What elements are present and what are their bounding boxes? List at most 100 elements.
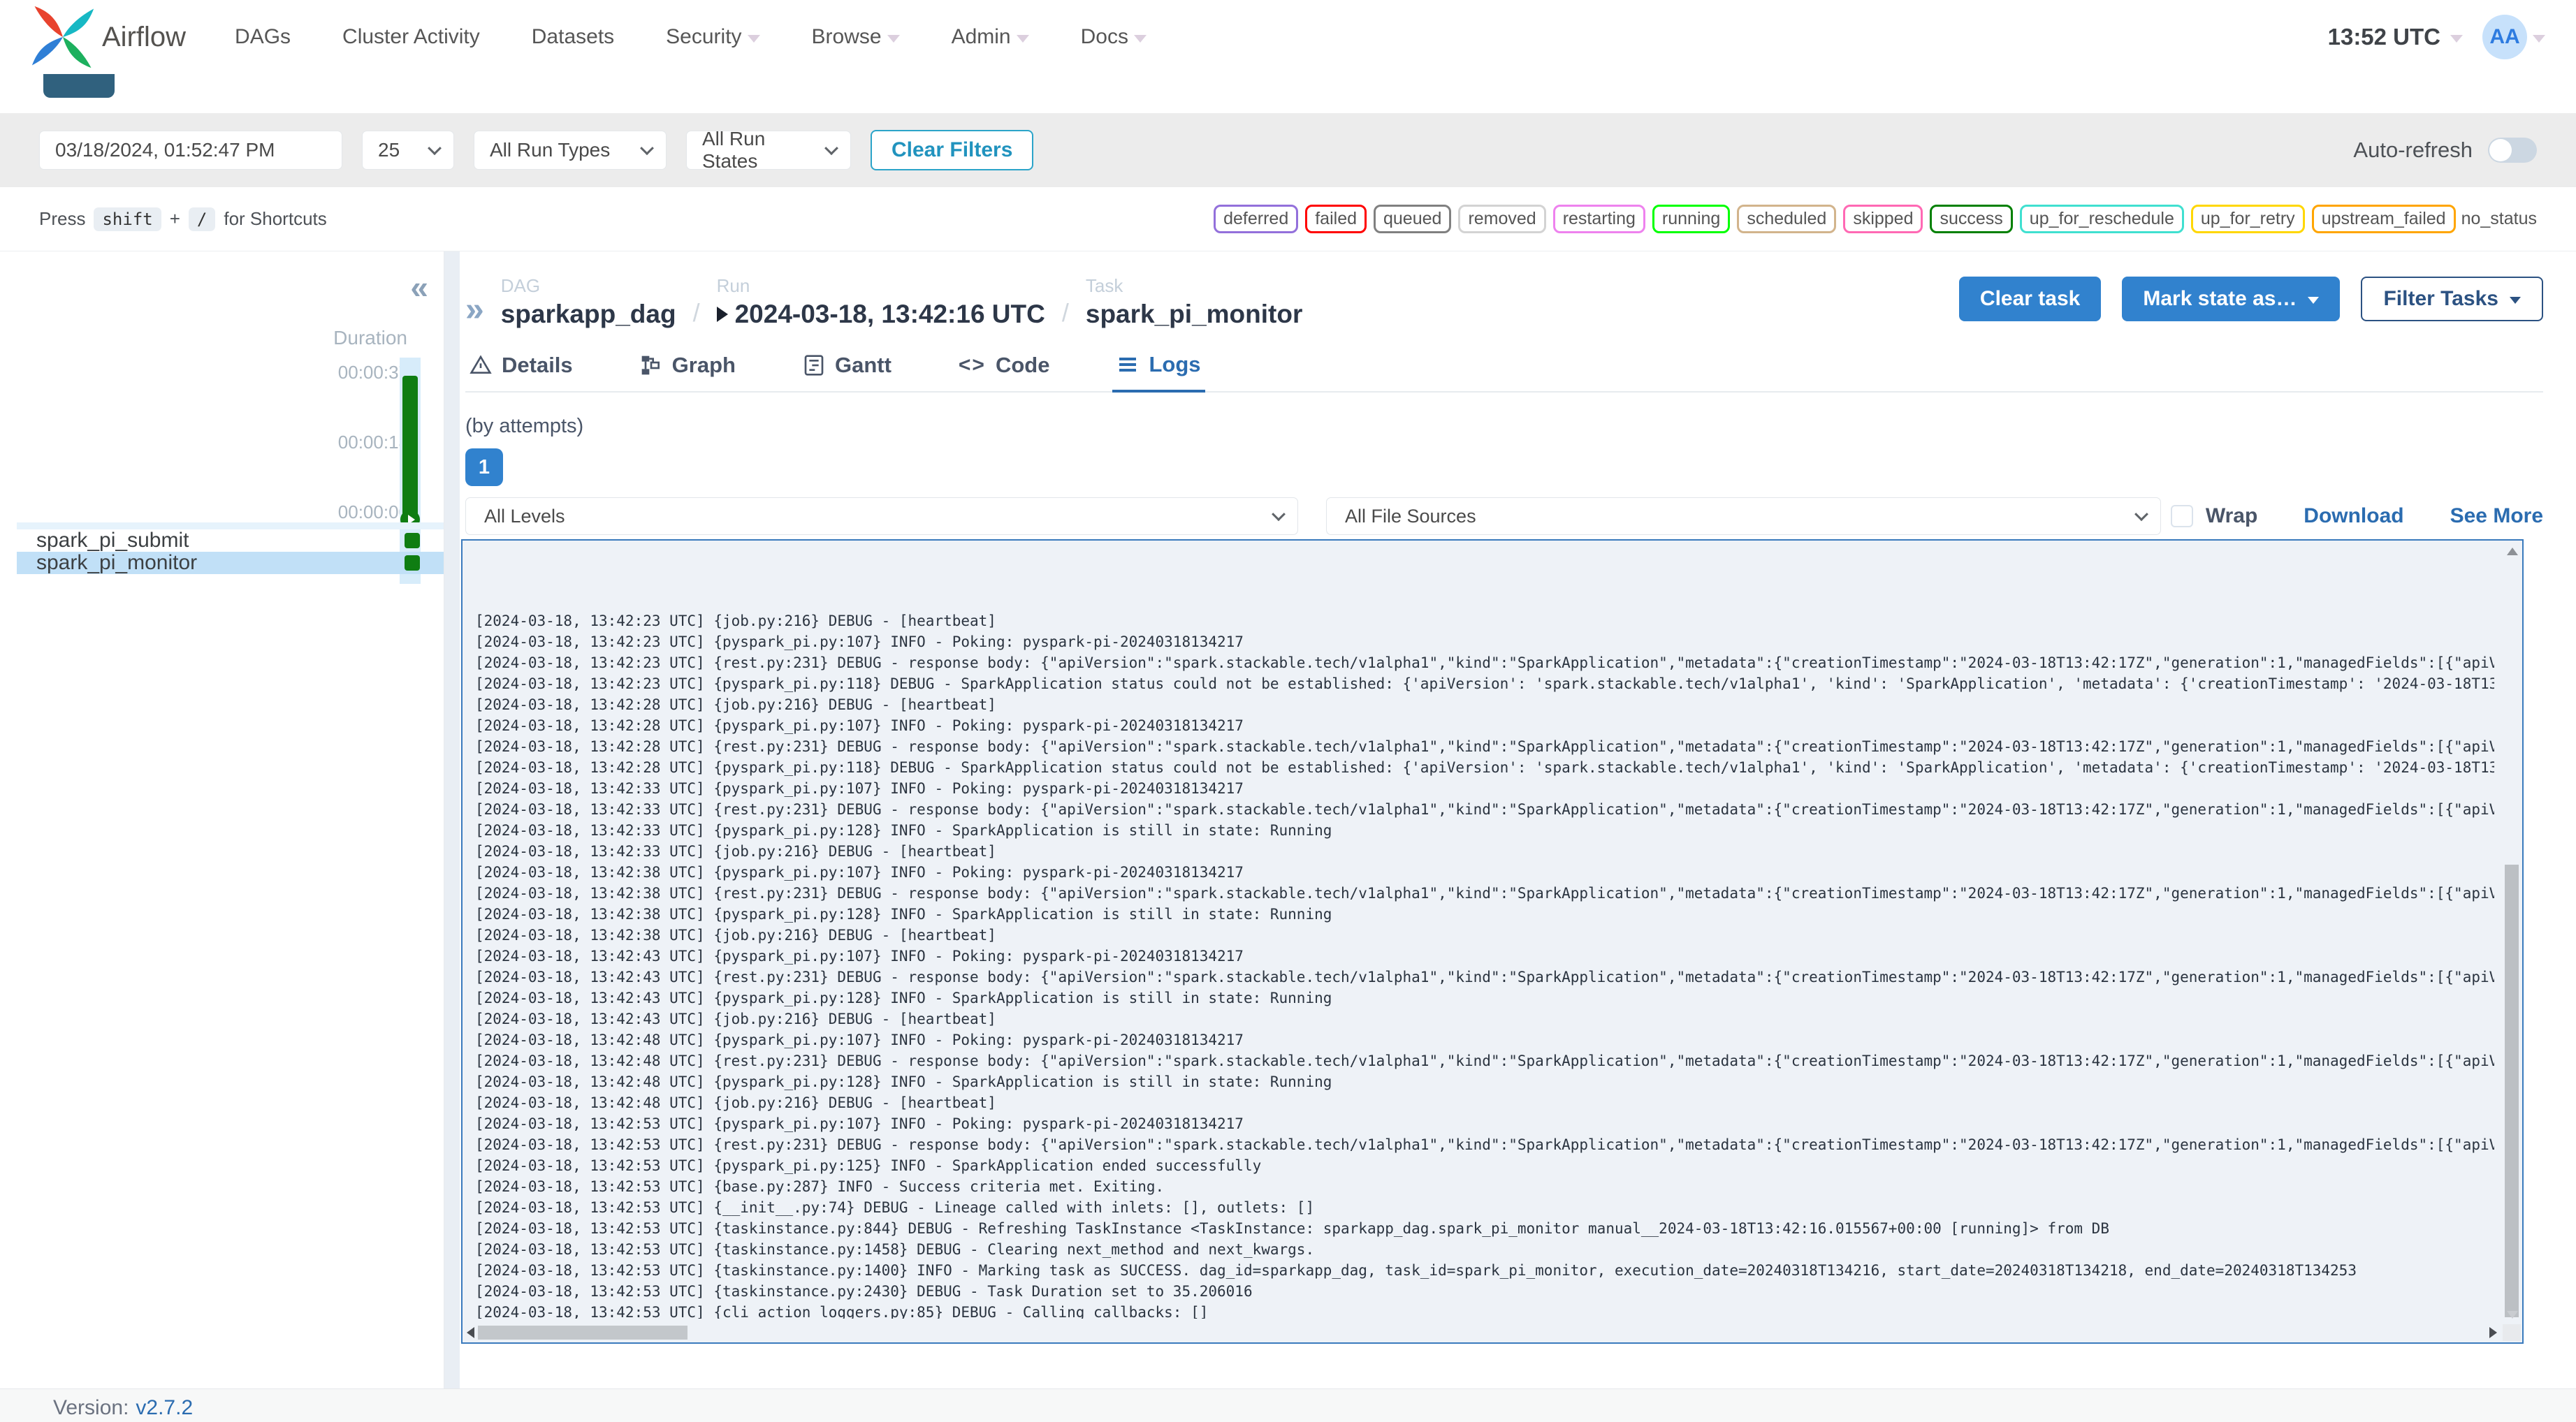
attempt-1-button[interactable]: 1 <box>465 448 503 486</box>
log-line: [2024-03-18, 13:42:23 UTC] {rest.py:231}… <box>475 654 2494 671</box>
double-chevron-right-icon[interactable]: » <box>465 293 484 329</box>
run-types-select[interactable]: All Run Types <box>474 131 667 170</box>
task-link[interactable]: spark_pi_monitor <box>1086 300 1302 329</box>
state-badge: failed <box>1305 205 1367 233</box>
breadcrumb-task: Task spark_pi_monitor <box>1086 275 1302 329</box>
log-line: [2024-03-18, 13:42:53 UTC] {pyspark_pi.p… <box>475 1157 1262 1174</box>
nav-item-docs[interactable]: Docs <box>1081 25 1147 49</box>
log-output-panel[interactable]: [2024-03-18, 13:42:23 UTC] {job.py:216} … <box>461 539 2524 1344</box>
wrap-checkbox[interactable] <box>2170 505 2193 527</box>
airflow-pinwheel-logo-icon <box>31 6 94 68</box>
top-navbar: Airflow DAGs Cluster Activity Datasets S… <box>0 0 2576 74</box>
page-size-select[interactable]: 25 <box>362 131 454 170</box>
version-link[interactable]: v2.7.2 <box>136 1396 193 1420</box>
log-line: [2024-03-18, 13:42:28 UTC] {pyspark_pi.p… <box>475 717 1244 734</box>
dag-link[interactable]: sparkapp_dag <box>501 300 676 329</box>
log-line: [2024-03-18, 13:42:48 UTC] {job.py:216} … <box>475 1094 996 1111</box>
duration-tick: 00:00:37 <box>337 362 409 383</box>
tab-graph[interactable]: Graph <box>636 349 740 391</box>
code-brackets-icon: <> <box>958 353 986 376</box>
task-row-spark-pi-monitor[interactable]: spark_pi_monitor <box>17 551 444 574</box>
chevron-down-icon <box>2510 297 2521 304</box>
log-level-select[interactable]: All Levels <box>465 497 1298 535</box>
state-badge: up_for_reschedule <box>2019 205 2184 233</box>
download-log-link[interactable]: Download <box>2304 504 2403 528</box>
task-state-legend: deferred failed queued removed restartin… <box>1214 205 2456 233</box>
task-instance-square-success[interactable] <box>405 555 420 571</box>
detail-tabs: Details Graph Gantt <> Code Logs <box>465 349 2543 393</box>
state-badge: queued <box>1374 205 1452 233</box>
log-line: [2024-03-18, 13:42:53 UTC] {__init__.py:… <box>475 1199 1315 1216</box>
nav-item-browse[interactable]: Browse <box>812 25 900 49</box>
legend-bar: Press shift + / for Shortcuts deferred f… <box>0 187 2576 251</box>
clock-timezone-selector[interactable]: 13:52 UTC <box>2328 24 2463 50</box>
filter-tasks-button[interactable]: Filter Tasks <box>2361 277 2543 321</box>
mark-state-as-button[interactable]: Mark state as… <box>2122 277 2341 321</box>
vertical-scrollbar-thumb[interactable] <box>2505 865 2519 1317</box>
auto-refresh-label: Auto-refresh <box>2353 138 2473 162</box>
vertical-scrollbar[interactable] <box>2503 542 2521 1323</box>
user-menu[interactable]: AA <box>2482 15 2545 59</box>
brand-name: Airflow <box>102 21 187 52</box>
tab-gantt[interactable]: Gantt <box>799 349 896 391</box>
avatar[interactable]: AA <box>2482 15 2527 59</box>
log-line: [2024-03-18, 13:42:53 UTC] {rest.py:231}… <box>475 1136 2494 1153</box>
duration-tick: 00:00:18 <box>337 432 409 453</box>
horizontal-scrollbar-thumb[interactable] <box>478 1326 687 1340</box>
run-filter-bar: 25 All Run Types All Run States Clear Fi… <box>0 113 2576 187</box>
nav-item-security[interactable]: Security <box>666 25 760 49</box>
tab-code[interactable]: <> Code <box>954 349 1054 391</box>
base-date-input[interactable] <box>39 131 342 170</box>
state-badge: deferred <box>1214 205 1299 233</box>
clear-filters-button[interactable]: Clear Filters <box>871 130 1034 170</box>
collapse-panel-icon[interactable]: « <box>410 271 428 303</box>
dag-run-duration-bar[interactable] <box>402 376 418 524</box>
log-line: [2024-03-18, 13:42:33 UTC] {pyspark_pi.p… <box>475 780 1244 797</box>
scroll-left-arrow-icon[interactable] <box>467 1327 474 1338</box>
file-source-select[interactable]: All File Sources <box>1326 497 2161 535</box>
nav-item-cluster-activity[interactable]: Cluster Activity <box>342 25 480 49</box>
breadcrumb-separator: / <box>692 298 700 327</box>
state-badge: upstream_failed <box>2311 205 2456 233</box>
log-line: [2024-03-18, 13:42:43 UTC] {job.py:216} … <box>475 1011 996 1027</box>
task-row-spark-pi-submit[interactable]: spark_pi_submit <box>17 529 444 552</box>
scroll-down-arrow-icon[interactable] <box>2507 1311 2518 1319</box>
see-more-link[interactable]: See More <box>2450 504 2543 528</box>
wrap-toggle[interactable]: Wrap <box>2170 504 2257 528</box>
log-line: [2024-03-18, 13:42:28 UTC] {rest.py:231}… <box>475 738 2494 755</box>
footer: Version: v2.7.2 <box>0 1388 2576 1422</box>
grid-panel: « Duration 00:00:37 00:00:18 00:00:00 sp… <box>17 251 444 1388</box>
scrolled-grid-button-partial[interactable] <box>43 74 115 98</box>
task-instance-square-success[interactable] <box>405 533 420 548</box>
scroll-right-arrow-icon[interactable] <box>2489 1327 2497 1338</box>
clear-task-button[interactable]: Clear task <box>1958 277 2102 321</box>
chevron-down-icon <box>1016 34 1029 43</box>
shift-key: shift <box>94 207 161 231</box>
auto-refresh-control: Auto-refresh <box>2353 138 2537 163</box>
nav-item-datasets[interactable]: Datasets <box>532 25 614 49</box>
horizontal-scrollbar[interactable] <box>464 1324 2503 1341</box>
nav-item-admin[interactable]: Admin <box>952 25 1029 49</box>
duration-axis-label: Duration <box>333 327 407 349</box>
scroll-up-arrow-icon[interactable] <box>2507 548 2518 555</box>
slash-key: / <box>188 207 216 231</box>
log-line: [2024-03-18, 13:42:38 UTC] {rest.py:231}… <box>475 885 2494 902</box>
log-line: [2024-03-18, 13:42:43 UTC] {rest.py:231}… <box>475 969 2494 985</box>
run-link[interactable]: 2024-03-18, 13:42:16 UTC <box>716 300 1045 329</box>
airflow-brand[interactable]: Airflow <box>31 5 186 69</box>
keyboard-shortcut-hint: Press shift + / for Shortcuts <box>39 207 327 231</box>
auto-refresh-toggle[interactable] <box>2488 138 2537 163</box>
state-badge: restarting <box>1552 205 1645 233</box>
nav-item-dags[interactable]: DAGs <box>235 25 291 49</box>
log-line: [2024-03-18, 13:42:38 UTC] {job.py:216} … <box>475 927 996 944</box>
version-label: Version: <box>53 1396 129 1419</box>
gantt-chart-icon <box>804 355 824 376</box>
dag-label: DAG <box>500 275 541 296</box>
tab-details[interactable]: Details <box>465 349 577 391</box>
panel-resize-handle[interactable] <box>444 251 460 1388</box>
log-line: [2024-03-18, 13:42:33 UTC] {job.py:216} … <box>475 843 996 860</box>
no-status-label: no_status <box>2461 209 2537 228</box>
run-states-select[interactable]: All Run States <box>686 128 851 172</box>
tab-logs[interactable]: Logs <box>1112 349 1205 393</box>
task-actions: Clear task Mark state as… Filter Tasks <box>1958 277 2543 321</box>
